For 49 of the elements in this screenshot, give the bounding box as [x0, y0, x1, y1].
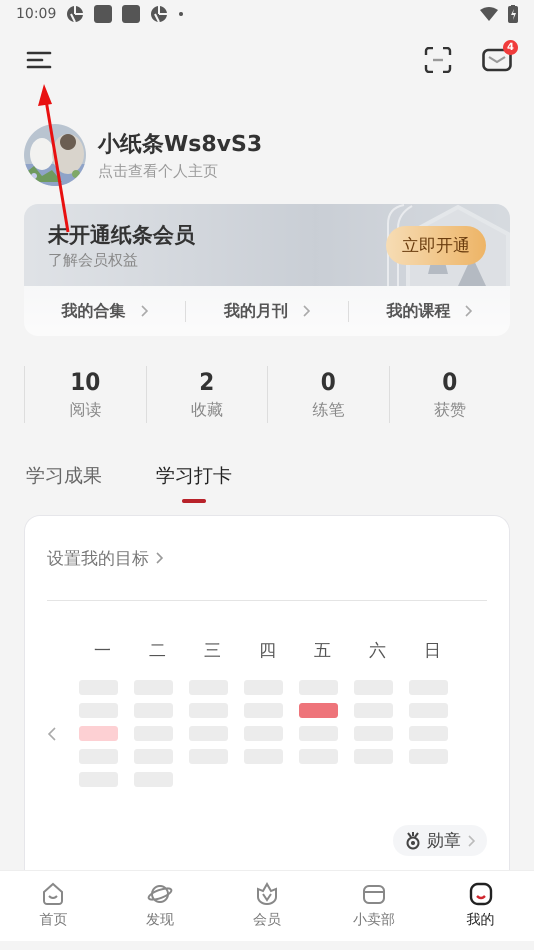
- stat-label: 收藏: [190, 400, 224, 421]
- nav-tab[interactable]: 我的: [427, 871, 534, 941]
- tab[interactable]: 学习打卡: [156, 463, 232, 503]
- battery-icon: [508, 5, 518, 23]
- dot-icon: [178, 11, 184, 17]
- stat-value: 0: [320, 368, 337, 396]
- chevron-icon: [464, 304, 472, 318]
- collection-link[interactable]: 我的课程: [386, 300, 450, 322]
- nav-tab[interactable]: 小卖部: [320, 871, 428, 941]
- app-icon: [122, 5, 140, 23]
- menu-icon[interactable]: [26, 50, 52, 70]
- weekday-label: 四: [258, 640, 277, 662]
- weekday-label: 日: [423, 640, 442, 662]
- chevron-icon: [302, 304, 310, 318]
- stat-label: 练笔: [311, 400, 346, 421]
- stat-value: 0: [441, 368, 458, 396]
- mail-icon[interactable]: [482, 48, 512, 72]
- user-name[interactable]: 小纸条Ws8vS3: [98, 129, 262, 159]
- subscribe-button[interactable]: 立即开通: [386, 226, 486, 264]
- collection-link[interactable]: 我的月刊: [224, 300, 288, 322]
- stat-label: 获赞: [432, 400, 467, 421]
- weekday-label: 一: [93, 640, 112, 662]
- membership-title: 未开通纸条会员: [48, 222, 195, 248]
- stat-label: 阅读: [68, 400, 102, 421]
- stat-value: 10: [69, 368, 102, 396]
- weekday-label: 六: [368, 640, 387, 662]
- medal-button[interactable]: 勋章: [393, 825, 487, 856]
- weekday-label: 三: [203, 640, 222, 662]
- stat-value: 2: [198, 368, 216, 396]
- set-goal-link[interactable]: 设置我的目标: [47, 546, 149, 570]
- weekday-label: 五: [313, 640, 332, 662]
- tab[interactable]: 学习成果: [26, 463, 102, 503]
- collection-link[interactable]: 我的合集: [62, 300, 126, 322]
- scan-icon[interactable]: [424, 47, 452, 73]
- wifi-icon: [480, 7, 498, 21]
- aperture-icon: [150, 5, 168, 23]
- status-time: 10:09: [16, 6, 56, 22]
- nav-tab[interactable]: 会员: [214, 871, 320, 941]
- profile-icon: [468, 881, 494, 907]
- nav-tab[interactable]: 发现: [106, 871, 214, 941]
- aperture-icon: [66, 5, 84, 23]
- chevron-icon: [467, 834, 475, 848]
- medal-icon: [405, 832, 421, 850]
- weekday-label: 二: [148, 640, 167, 662]
- notification-badge: 4: [503, 40, 518, 55]
- chevron-icon: [155, 551, 163, 565]
- app-icon: [94, 5, 112, 23]
- chevron-icon: [140, 304, 148, 318]
- nav-tab[interactable]: 首页: [0, 871, 107, 941]
